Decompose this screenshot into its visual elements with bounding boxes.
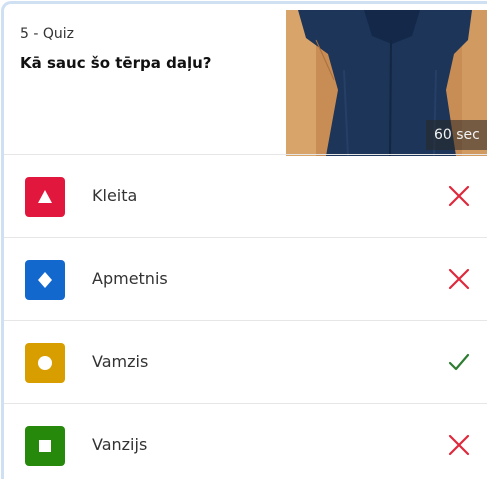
answer-shape-box — [25, 260, 65, 300]
incorrect-x-icon — [448, 434, 470, 456]
question-text: Kā sauc šo tērpa daļu? — [20, 54, 212, 72]
timer-badge: 60 sec — [426, 120, 487, 150]
answer-label: Vanzijs — [92, 435, 148, 454]
answer-option-2[interactable]: Apmetnis — [4, 237, 487, 320]
answer-option-4[interactable]: Vanzijs — [4, 403, 487, 479]
triangle-icon — [38, 190, 52, 203]
answer-shape-box — [25, 177, 65, 217]
answer-label: Apmetnis — [92, 269, 168, 288]
quiz-card: 5 - Quiz Kā sauc šo tērpa daļu? 60 sec K… — [1, 1, 487, 479]
circle-icon — [38, 356, 52, 370]
quiz-number-label: 5 - Quiz — [20, 26, 74, 42]
answer-label: Kleita — [92, 186, 138, 205]
answer-option-1[interactable]: Kleita — [4, 154, 487, 237]
question-image: 60 sec — [286, 10, 487, 156]
quiz-header: 5 - Quiz Kā sauc šo tērpa daļu? 60 sec — [4, 4, 487, 156]
answer-list: Kleita Apmetnis Vamzis Vanzijs — [4, 154, 487, 479]
square-icon — [39, 440, 51, 452]
correct-check-icon — [448, 353, 470, 371]
incorrect-x-icon — [448, 185, 470, 207]
answer-option-3[interactable]: Vamzis — [4, 320, 487, 403]
answer-label: Vamzis — [92, 352, 149, 371]
answer-shape-box — [25, 426, 65, 466]
incorrect-x-icon — [448, 268, 470, 290]
answer-shape-box — [25, 343, 65, 383]
diamond-icon — [38, 272, 52, 288]
